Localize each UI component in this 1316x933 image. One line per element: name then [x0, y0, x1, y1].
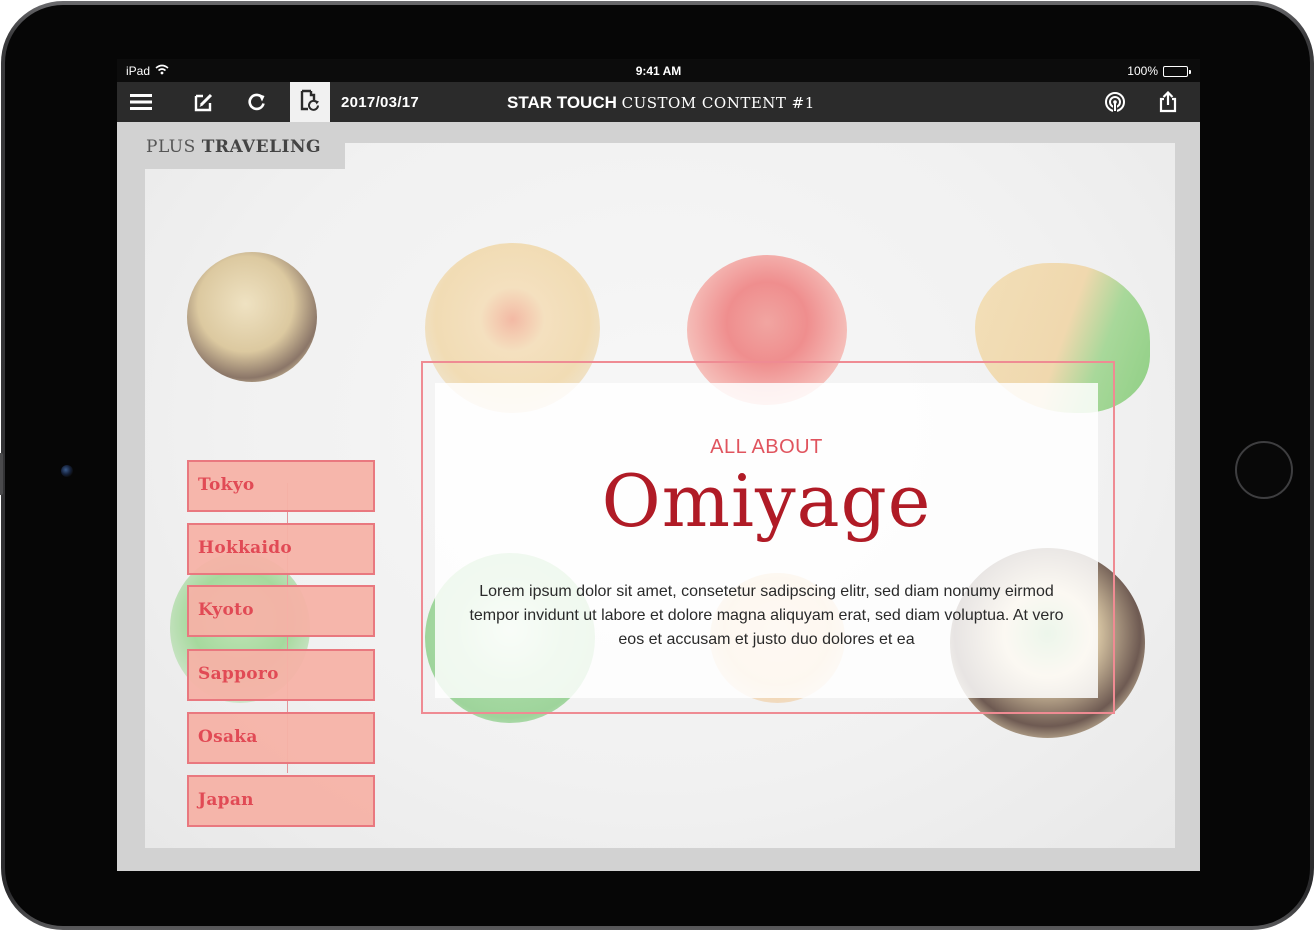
- toolbar-title: STAR TOUCH CUSTOM CONTENT #1: [507, 93, 815, 113]
- city-button-osaka[interactable]: Osaka: [187, 712, 375, 764]
- city-button-japan[interactable]: Japan: [187, 775, 375, 827]
- camera-icon: [61, 465, 73, 477]
- battery-icon: [1163, 65, 1191, 77]
- hero-title: Omiyage: [601, 459, 932, 543]
- share-icon: [1159, 91, 1177, 113]
- hero-body: Lorem ipsum dolor sit amet, consetetur s…: [469, 583, 1064, 648]
- city-button-kyoto[interactable]: Kyoto: [187, 585, 375, 637]
- city-button-tokyo[interactable]: Tokyo: [187, 460, 375, 512]
- home-button[interactable]: [1235, 441, 1293, 499]
- toolbar-date: 2017/03/17: [341, 94, 420, 111]
- toolbar-title-bold: STAR TOUCH: [507, 93, 617, 112]
- broadcast-button[interactable]: [1095, 82, 1135, 122]
- status-bar: iPad 9:41 AM 100%: [117, 59, 1200, 82]
- sweet-image: [187, 252, 317, 382]
- menu-button[interactable]: [121, 82, 161, 122]
- app-toolbar: 2017/03/17 STAR TOUCH CUSTOM CONTENT #1: [117, 82, 1200, 122]
- menu-icon: [130, 94, 152, 110]
- battery-percent: 100%: [1127, 64, 1158, 78]
- share-button[interactable]: [1148, 82, 1188, 122]
- hero-card: ALL ABOUT Omiyage Lorem ipsum dolor sit …: [435, 383, 1098, 698]
- content-area: Tokyo Hokkaido Kyoto Sapporo Osaka Japan…: [124, 122, 1196, 871]
- status-time: 9:41 AM: [635, 64, 682, 78]
- status-right: 100%: [1127, 64, 1191, 78]
- city-button-sapporo[interactable]: Sapporo: [187, 649, 375, 701]
- section-name: TRAVELING: [201, 137, 322, 157]
- edit-button[interactable]: [184, 82, 224, 122]
- screen: iPad 9:41 AM 100% 2017/03/17 STAR TOUCH …: [117, 59, 1200, 871]
- city-button-hokkaido[interactable]: Hokkaido: [187, 523, 375, 575]
- refresh-button[interactable]: [237, 82, 277, 122]
- refresh-icon: [248, 93, 265, 111]
- hero-kicker: ALL ABOUT: [710, 436, 823, 458]
- page-reload-icon: [300, 89, 319, 111]
- section-tab[interactable]: PLUS TRAVELING: [142, 132, 345, 169]
- side-button: [0, 453, 3, 495]
- broadcast-icon: [1105, 92, 1125, 113]
- page-reload-button[interactable]: [290, 82, 330, 122]
- omiyage-photo: Tokyo Hokkaido Kyoto Sapporo Osaka Japan…: [145, 143, 1175, 848]
- section-prefix: PLUS: [146, 137, 196, 157]
- edit-icon: [194, 93, 213, 112]
- toolbar-title-rest: CUSTOM CONTENT #1: [621, 94, 815, 112]
